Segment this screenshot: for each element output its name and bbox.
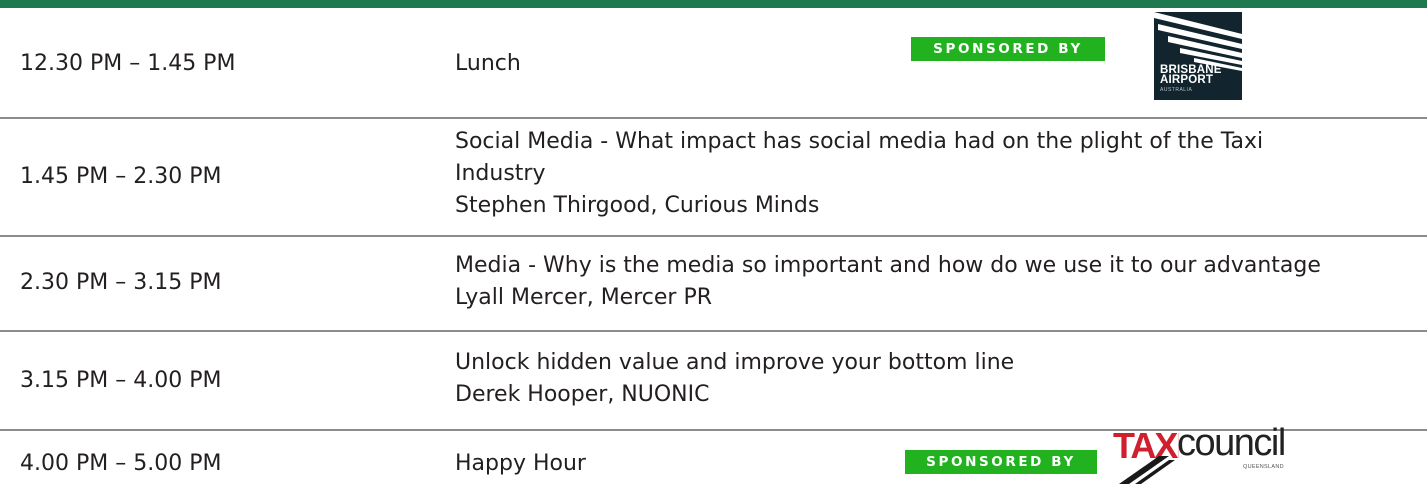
taxi-council-queensland-logo: TAXI council QUEENSLAND [1113,424,1349,484]
brisbane-airport-logo: BRISBANE AIRPORT AUSTRALIA [1154,12,1242,100]
session-time: 4.00 PM – 5.00 PM [20,451,222,476]
agenda-row-media: 2.30 PM – 3.15 PM Media - Why is the med… [0,237,1427,332]
session-description: Unlock hidden value and improve your bot… [455,347,1395,411]
session-description: Social Media - What impact has social me… [455,126,1395,222]
queensland-wordmark: QUEENSLAND [1243,464,1284,470]
agenda-row-lunch: 12.30 PM – 1.45 PM Lunch SPONSORED BY BR… [0,8,1427,119]
session-speaker: Derek Hooper, NUONIC [455,382,710,407]
session-title: Social Media - What impact has social me… [455,129,1264,154]
session-title: Unlock hidden value and improve your bot… [455,350,1015,375]
taxi-wordmark: TAXI [1113,425,1179,466]
sponsored-by-badge: SPONSORED BY [905,450,1097,474]
logo-text-australia: AUSTRALIA [1160,87,1193,93]
session-title-cont: Industry [455,161,546,186]
session-speaker: Stephen Thirgood, Curious Minds [455,193,820,218]
header-bar [0,0,1427,8]
taxi-wordmark-icon: TAXI [1113,425,1186,484]
sponsored-by-badge: SPONSORED BY [911,37,1105,61]
session-description: Media - Why is the media so important an… [455,250,1395,314]
session-speaker: Lyall Mercer, Mercer PR [455,285,712,310]
logo-text-airport: AIRPORT [1160,74,1214,86]
session-time: 1.45 PM – 2.30 PM [20,164,222,189]
agenda-row-social-media: 1.45 PM – 2.30 PM Social Media - What im… [0,119,1427,237]
session-time: 2.30 PM – 3.15 PM [20,270,222,295]
agenda-row-hidden-value: 3.15 PM – 4.00 PM Unlock hidden value an… [0,332,1427,431]
council-wordmark: council [1177,422,1286,464]
agenda-row-happy-hour: 4.00 PM – 5.00 PM Happy Hour SPONSORED B… [0,424,1427,493]
session-title: Media - Why is the media so important an… [455,253,1321,278]
session-time: 3.15 PM – 4.00 PM [20,368,222,393]
session-time: 12.30 PM – 1.45 PM [20,51,236,76]
